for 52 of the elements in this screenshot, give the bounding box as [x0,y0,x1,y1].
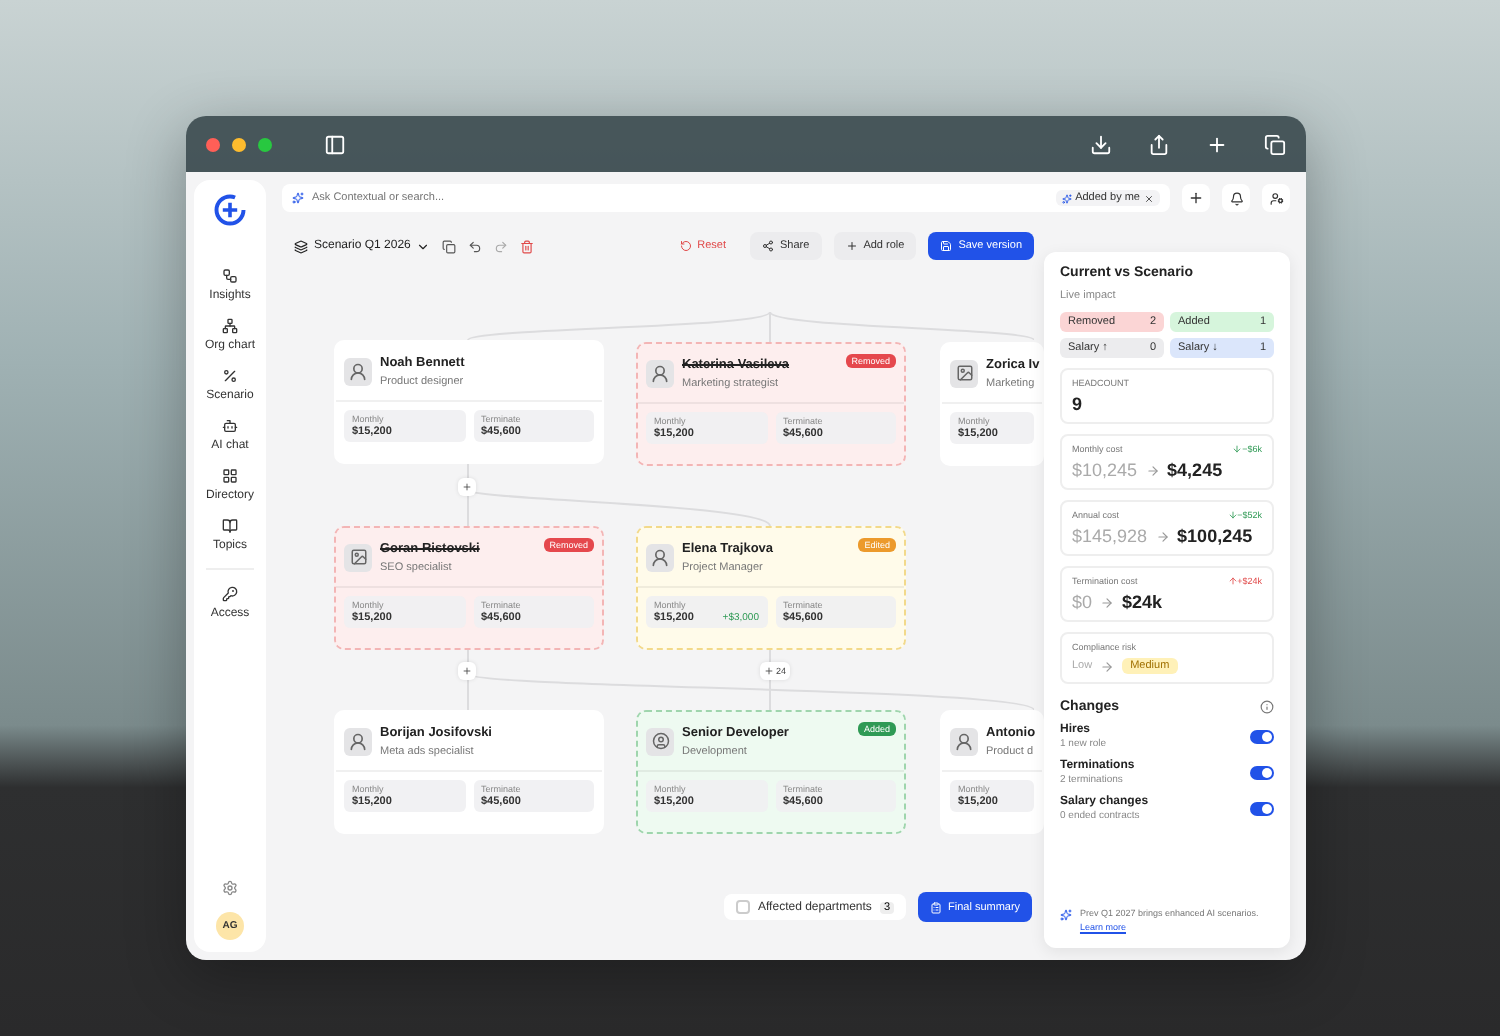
logo-icon [212,192,248,228]
toggle-switch[interactable] [1250,730,1274,744]
copy-icon[interactable] [1264,133,1286,155]
save-icon [940,240,953,252]
share-icon [762,240,775,252]
headcount-value: 9 [1072,394,1085,414]
plus-icon[interactable] [1206,133,1228,155]
layers-icon [294,239,308,253]
previous-value: $0 [1072,592,1093,612]
trash-icon[interactable] [520,239,535,253]
sidebar-icon[interactable] [324,133,346,155]
clipboard-icon [930,901,942,913]
scenario-value: $4,245 [1167,460,1223,480]
robot-icon [222,418,238,434]
previous-value: $145,928 [1072,526,1148,546]
previous-value: $10,245 [1072,460,1138,480]
scenario-value: $24k [1122,592,1163,612]
book-icon [221,518,238,534]
plus-icon [845,240,858,252]
grid-icon [221,468,238,484]
minimize-button[interactable] [232,137,246,151]
scenario-value: $100,245 [1177,526,1253,546]
undo-icon[interactable] [468,239,483,253]
chevron-down-icon [416,239,431,253]
settings-icon[interactable] [222,880,238,896]
sparkle-icon [1061,193,1072,203]
reset-icon [679,240,692,252]
plus-icon [764,666,774,676]
copy-icon[interactable] [442,239,457,253]
checkbox[interactable] [736,900,750,914]
toggle-switch[interactable] [1250,766,1274,780]
user-settings-icon[interactable] [1262,184,1290,212]
arrow-icon [1145,463,1160,477]
key-icon [222,586,238,602]
share-icon[interactable] [1148,133,1170,155]
info-icon[interactable] [1260,700,1274,714]
plus-icon [462,482,472,492]
download-icon[interactable] [1090,133,1112,155]
hierarchy-icon [221,318,238,334]
arrow-icon [1100,595,1115,609]
arrow-icon [1155,529,1170,543]
plus-icon[interactable] [1182,184,1210,212]
zoom-button[interactable] [258,137,272,151]
toggle-switch[interactable] [1250,802,1274,816]
plus-icon [462,666,472,676]
bell-icon[interactable] [1222,184,1250,212]
percent-icon [222,368,238,384]
close-button[interactable] [206,137,220,151]
sparkle-icon [1060,908,1072,923]
arrow-icon [1100,659,1115,673]
sparkle-icon [292,192,304,204]
nodes-icon [222,268,238,284]
